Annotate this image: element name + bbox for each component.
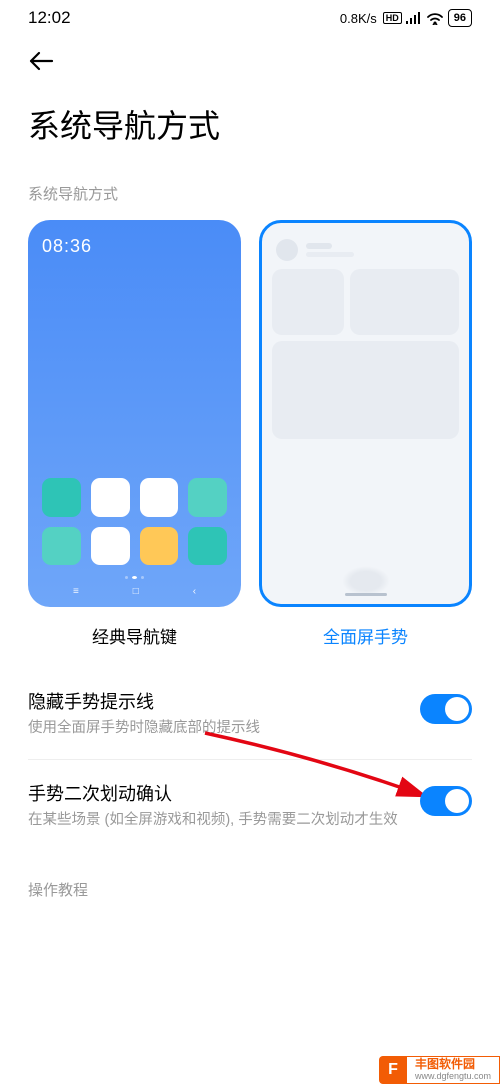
watermark-url: www.dgfengtu.com xyxy=(415,1072,491,1082)
content-block xyxy=(272,269,344,335)
app-icon xyxy=(91,527,130,566)
network-speed: 0.8K/s xyxy=(340,11,377,26)
menu-icon: ≡ xyxy=(73,586,79,597)
settings-list: 隐藏手势提示线 使用全面屏手势时隐藏底部的提示线 手势二次划动确认 在某些场景 … xyxy=(0,648,500,851)
classic-nav-buttons: ≡ □ ‹ xyxy=(28,586,241,597)
preview-time: 08:36 xyxy=(42,236,227,257)
avatar-placeholder xyxy=(276,239,298,261)
app-icon xyxy=(140,527,179,566)
tutorial-header: 操作教程 xyxy=(0,851,500,900)
setting-title: 手势二次划动确认 xyxy=(28,780,404,806)
setting-desc: 使用全面屏手势时隐藏底部的提示线 xyxy=(28,718,404,739)
gesture-bar-icon xyxy=(345,593,387,596)
nav-mode-picker: 08:36 ≡ □ ‹ 经典导航键 xyxy=(0,220,500,648)
home-icon: □ xyxy=(133,586,139,597)
status-bar: 12:02 0.8K/s HD 96 xyxy=(0,0,500,34)
app-icon xyxy=(42,527,81,566)
hide-gesture-line-toggle[interactable] xyxy=(420,694,472,724)
back-icon[interactable] xyxy=(28,50,54,72)
watermark-brand: 丰图软件园 xyxy=(415,1058,491,1071)
app-icon xyxy=(140,478,179,517)
gesture-preview xyxy=(259,220,472,607)
gesture-label: 全面屏手势 xyxy=(323,623,408,648)
double-swipe-row: 手势二次划动确认 在某些场景 (如全屏游戏和视频), 手势需要二次划动才生效 xyxy=(28,760,472,851)
app-icon xyxy=(91,478,130,517)
hd-icon: HD xyxy=(383,12,402,24)
wifi-icon xyxy=(426,12,444,25)
status-time: 12:02 xyxy=(28,8,71,28)
navigation-bar xyxy=(0,34,500,85)
battery-icon: 96 xyxy=(448,9,472,27)
setting-desc: 在某些场景 (如全屏游戏和视频), 手势需要二次划动才生效 xyxy=(28,810,404,831)
double-swipe-toggle[interactable] xyxy=(420,786,472,816)
page-dots xyxy=(28,576,241,579)
hide-gesture-line-row: 隐藏手势提示线 使用全面屏手势时隐藏底部的提示线 xyxy=(28,668,472,760)
preview-header xyxy=(272,239,459,261)
classic-nav-option[interactable]: 08:36 ≡ □ ‹ 经典导航键 xyxy=(28,220,241,648)
classic-label: 经典导航键 xyxy=(92,623,177,648)
section-header: 系统导航方式 xyxy=(0,171,500,220)
app-icon xyxy=(188,478,227,517)
content-block xyxy=(350,269,459,335)
back-nav-icon: ‹ xyxy=(193,586,196,597)
page-title: 系统导航方式 xyxy=(0,85,500,171)
setting-title: 隐藏手势提示线 xyxy=(28,688,404,714)
status-icons: HD 96 xyxy=(383,9,472,27)
watermark-logo: F xyxy=(379,1056,407,1084)
status-right: 0.8K/s HD 96 xyxy=(340,9,472,27)
preview-app-grid xyxy=(42,478,227,566)
watermark: F 丰图软件园 www.dgfengtu.com xyxy=(379,1056,500,1084)
signal-icon xyxy=(406,12,422,24)
app-icon xyxy=(188,527,227,566)
classic-preview: 08:36 ≡ □ ‹ xyxy=(28,220,241,607)
app-icon xyxy=(42,478,81,517)
gesture-handle xyxy=(342,566,390,596)
content-block xyxy=(272,341,459,439)
gesture-nav-option[interactable]: 全面屏手势 xyxy=(259,220,472,648)
